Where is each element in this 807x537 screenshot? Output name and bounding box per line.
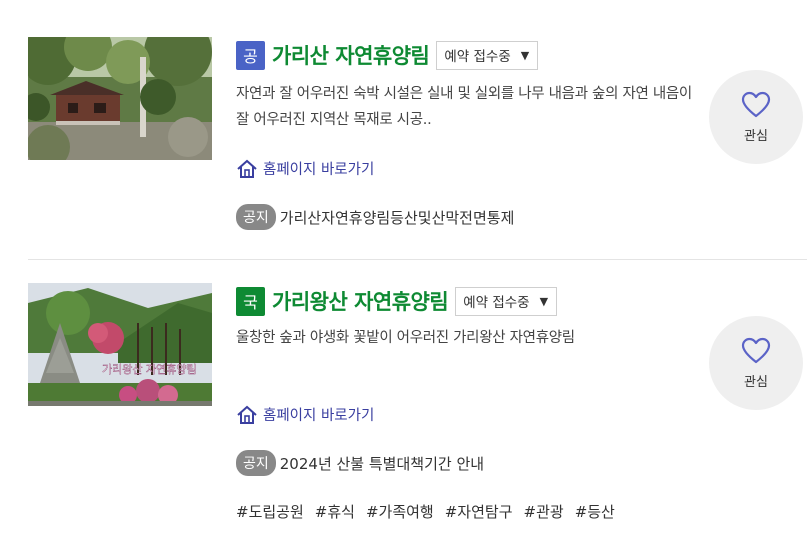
status-label: 예약 접수중 <box>444 49 511 65</box>
tag-list: #도립공원 #휴식 #가족여행 #자연탐구 #관광 #등산 <box>236 501 626 522</box>
dropdown-arrow-icon: ▼ <box>520 48 530 62</box>
notice-badge: 공지 <box>236 450 276 476</box>
national-badge: 국 <box>236 286 265 316</box>
homepage-link[interactable]: 홈페이지 바로가기 <box>236 158 374 179</box>
forest-title[interactable]: 가리왕산 자연휴양림 <box>272 286 449 316</box>
notice-badge: 공지 <box>236 204 276 230</box>
favorite-button[interactable]: 관심 <box>709 70 803 164</box>
forest-title[interactable]: 가리산 자연휴양림 <box>272 40 430 70</box>
house-icon <box>237 405 257 424</box>
notice-row[interactable]: 공지 가리산자연휴양림등산및산막전면통제 <box>236 204 514 230</box>
heart-icon <box>741 337 771 363</box>
tag[interactable]: #휴식 <box>315 501 355 522</box>
forest-description: 자연과 잘 어우러진 숙박 시설은 실내 및 실외를 나무 내음과 숲의 자연 … <box>236 86 692 128</box>
favorite-button[interactable]: 관심 <box>709 316 803 410</box>
homepage-link-label: 홈페이지 바로가기 <box>263 162 375 178</box>
forest-thumbnail[interactable] <box>28 37 212 160</box>
favorite-label: 관심 <box>744 128 768 144</box>
title-row: 국 가리왕산 자연휴양림 예약 접수중 ▼ <box>236 285 558 317</box>
tag[interactable]: #도립공원 <box>236 501 304 522</box>
reservation-status-dropdown[interactable]: 예약 접수중 ▼ <box>436 40 539 70</box>
tag[interactable]: #자연탐구 <box>445 501 513 522</box>
tag[interactable]: #등산 <box>575 501 615 522</box>
homepage-link-label: 홈페이지 바로가기 <box>263 408 375 424</box>
notice-row[interactable]: 공지 2024년 산불 특별대책기간 안내 <box>236 450 484 476</box>
heart-icon <box>741 91 771 117</box>
favorite-label: 관심 <box>744 374 768 390</box>
notice-text: 가리산자연휴양림등산및산막전면통제 <box>279 208 515 227</box>
forest-thumbnail[interactable]: 가리왕산 자연휴양림 <box>28 283 212 406</box>
park-sign-text: 가리왕산 자연휴양림 <box>102 363 197 376</box>
title-row: 공 가리산 자연휴양림 예약 접수중 ▼ <box>236 39 539 71</box>
public-badge: 공 <box>236 40 265 70</box>
status-label: 예약 접수중 <box>463 295 530 311</box>
house-icon <box>237 159 257 178</box>
tag[interactable]: #관광 <box>524 501 564 522</box>
tag[interactable]: #가족여행 <box>366 501 434 522</box>
homepage-link[interactable]: 홈페이지 바로가기 <box>236 404 374 425</box>
forest-description: 울창한 숲과 야생화 꽃밭이 어우러진 가리왕산 자연휴양림 <box>236 330 575 346</box>
card-divider <box>28 259 807 260</box>
dropdown-arrow-icon: ▼ <box>539 294 549 308</box>
reservation-status-dropdown[interactable]: 예약 접수중 ▼ <box>455 286 558 316</box>
notice-text: 2024년 산불 특별대책기간 안내 <box>279 454 485 473</box>
